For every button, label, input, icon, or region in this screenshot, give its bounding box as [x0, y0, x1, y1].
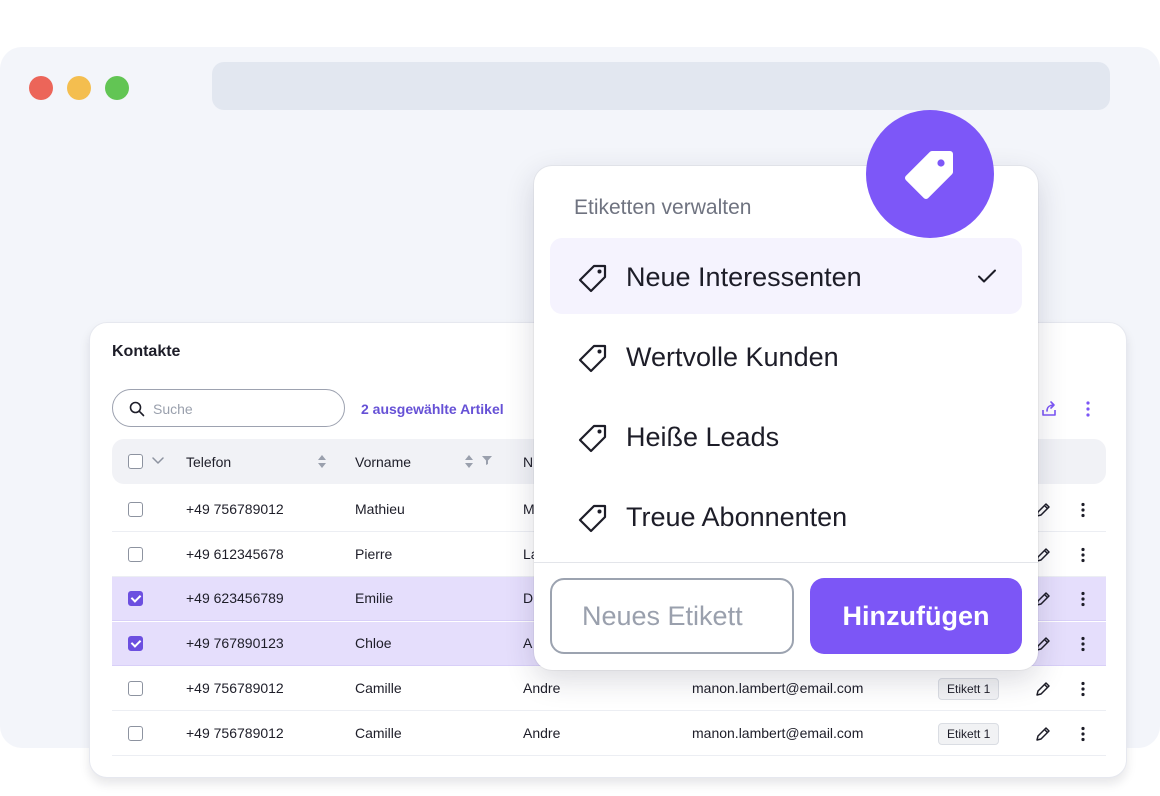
row-checkbox[interactable]: [128, 725, 143, 741]
last-name-cell: Andre: [523, 679, 561, 696]
search-icon: [129, 401, 145, 417]
tag-icon: [905, 151, 953, 199]
tag-icon: [578, 344, 607, 373]
first-name-cell: Mathieu: [355, 501, 405, 517]
address-bar[interactable]: [212, 62, 1110, 110]
row-checkbox[interactable]: [128, 680, 143, 696]
checkmark-icon: [978, 269, 996, 283]
first-name-cell: Pierre: [355, 545, 393, 562]
phone-cell: +49 623456789: [186, 590, 284, 607]
stage: Kontakte 2 ausgewählte Artikel Telefon V…: [0, 0, 1160, 796]
phone-cell: +49 767890123: [186, 635, 284, 652]
tag-option-label: Treue Abonnenten: [626, 502, 848, 532]
tag-option-label: Heiße Leads: [626, 422, 780, 452]
chevron-down-icon[interactable]: [152, 457, 164, 465]
table-row[interactable]: +49 756789012 Camille Andre manon.lambert@e…: [112, 667, 1106, 711]
sort-icon[interactable]: [464, 454, 474, 469]
tag-option[interactable]: Neue Interessenten: [550, 238, 1022, 314]
email-cell: manon.lambert@email.com: [692, 724, 864, 741]
tag-menu: Etiketten verwalten Neue Interessenten We…: [534, 166, 1038, 670]
search-input[interactable]: [153, 398, 333, 420]
last-name-cell: Andre: [523, 724, 561, 741]
share-icon[interactable]: [1039, 399, 1059, 419]
tag-icon: [578, 504, 607, 533]
table-row[interactable]: +49 756789012 Camille Andre manon.lambert@e…: [112, 712, 1106, 756]
more-options-icon[interactable]: [1073, 545, 1093, 565]
column-header-phone[interactable]: Telefon: [186, 454, 231, 470]
edit-icon[interactable]: [1033, 724, 1053, 744]
more-options-icon[interactable]: [1073, 500, 1093, 520]
tag-option[interactable]: Heiße Leads: [550, 398, 1022, 474]
more-options-icon[interactable]: [1078, 399, 1098, 419]
tag-menu-title: Etiketten verwalten: [574, 196, 752, 219]
new-tag-input[interactable]: [582, 598, 772, 634]
column-header-last-name[interactable]: N: [523, 454, 533, 470]
new-tag-field[interactable]: [550, 578, 794, 654]
row-checkbox[interactable]: [128, 591, 143, 607]
last-name-cell: A: [523, 635, 533, 652]
tag-option-label: Neue Interessenten: [626, 262, 862, 292]
close-window-button[interactable]: [29, 76, 53, 100]
tag-chip: Etikett 1: [938, 722, 1000, 745]
tag-icon: [578, 424, 607, 453]
more-options-icon[interactable]: [1073, 679, 1093, 699]
sort-icon[interactable]: [317, 454, 327, 469]
email-cell: manon.lambert@email.com: [692, 679, 864, 696]
tag-option[interactable]: Treue Abonnenten: [550, 478, 1022, 554]
tag-option-label: Wertvolle Kunden: [626, 342, 839, 372]
select-all-checkbox[interactable]: [128, 454, 143, 469]
search-box[interactable]: [112, 389, 345, 427]
filter-icon[interactable]: [482, 455, 492, 465]
selected-count: 2 ausgewählte Artikel: [361, 401, 504, 417]
phone-cell: +49 756789012: [186, 679, 284, 696]
row-checkbox[interactable]: [128, 502, 143, 517]
first-name-cell: Camille: [355, 679, 402, 696]
phone-cell: +49 756789012: [186, 501, 284, 517]
tag-chip: Etikett 1: [938, 677, 1000, 700]
last-name-cell: M: [523, 501, 535, 517]
divider: [534, 562, 1038, 563]
phone-cell: +49 612345678: [186, 545, 284, 562]
first-name-cell: Emilie: [355, 590, 394, 607]
more-options-icon[interactable]: [1073, 589, 1093, 609]
last-name-cell: D: [523, 590, 534, 607]
card-title: Kontakte: [112, 343, 181, 360]
first-name-cell: Camille: [355, 724, 402, 741]
more-options-icon[interactable]: [1073, 724, 1093, 744]
row-checkbox[interactable]: [128, 636, 143, 652]
tag-badge: [866, 110, 994, 238]
tag-option[interactable]: Wertvolle Kunden: [550, 318, 1022, 394]
maximize-window-button[interactable]: [105, 76, 129, 100]
more-options-icon[interactable]: [1073, 634, 1093, 654]
minimize-window-button[interactable]: [67, 76, 91, 100]
edit-icon[interactable]: [1033, 679, 1053, 699]
row-checkbox[interactable]: [128, 546, 143, 562]
column-header-first-name[interactable]: Vorname: [355, 454, 411, 470]
tag-icon: [578, 264, 607, 293]
add-button[interactable]: Hinzufügen: [810, 578, 1022, 654]
phone-cell: +49 756789012: [186, 724, 284, 741]
first-name-cell: Chloe: [355, 635, 392, 652]
